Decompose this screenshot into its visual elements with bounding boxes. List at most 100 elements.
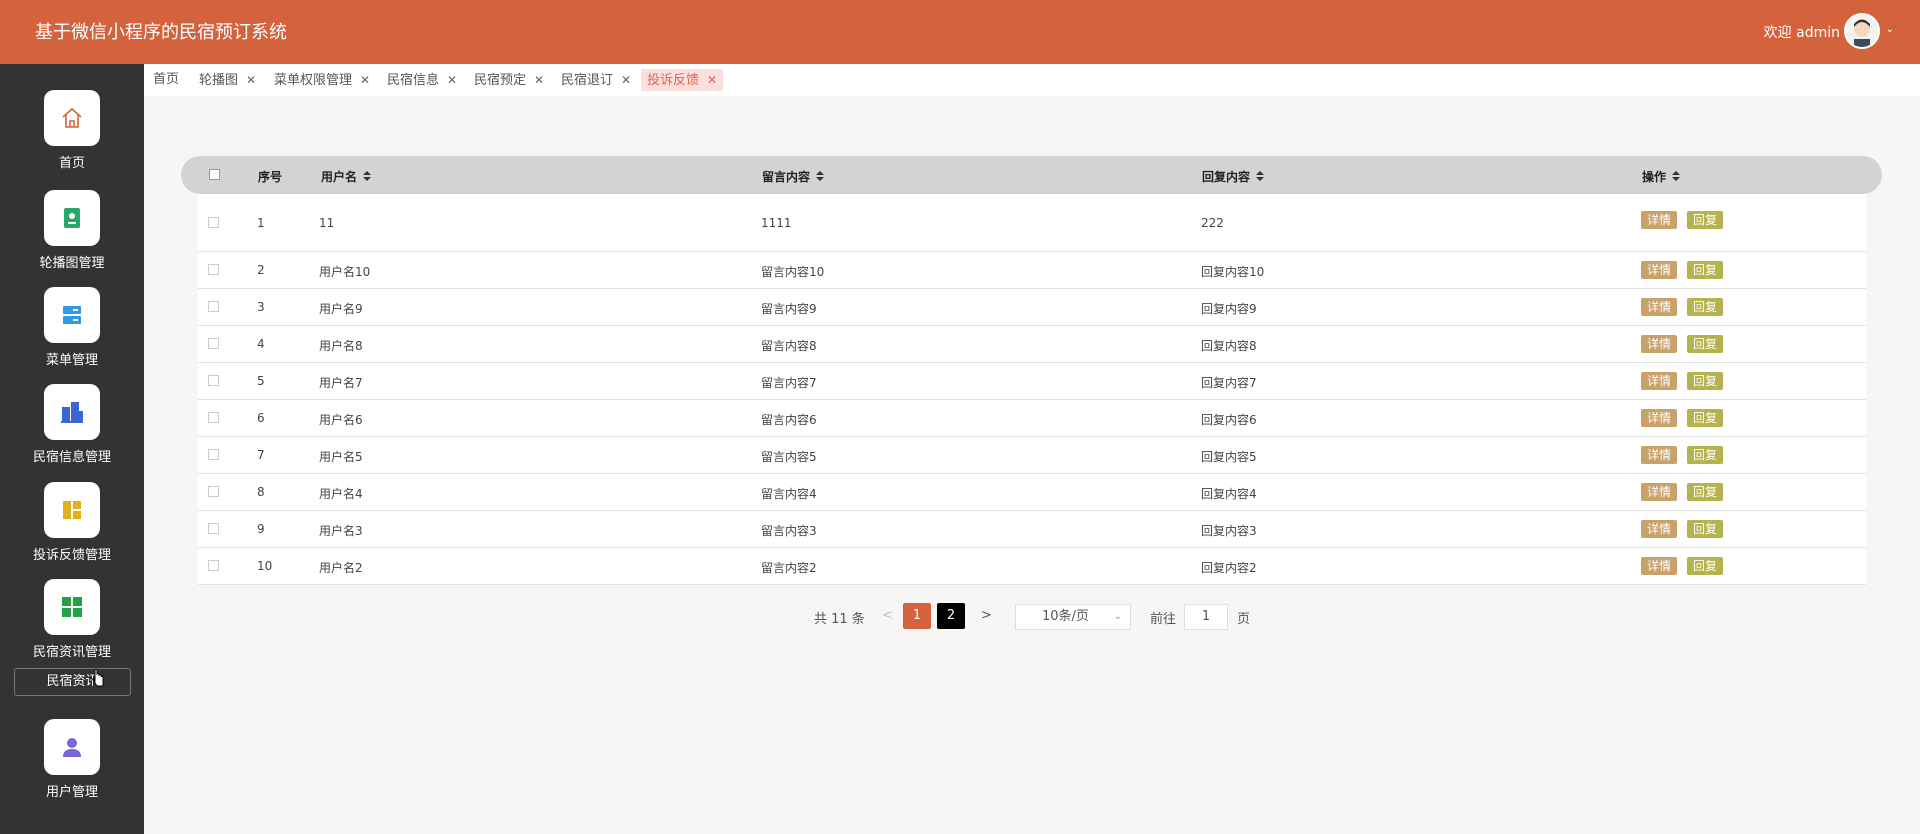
reply-button[interactable]: 回复: [1687, 520, 1724, 538]
row-checkbox[interactable]: [208, 523, 219, 534]
sidebar-item-news[interactable]: 民宿资讯管理: [0, 579, 144, 660]
select-all-checkbox[interactable]: [209, 169, 220, 180]
detail-button[interactable]: 详情: [1641, 372, 1678, 390]
user-icon: [44, 719, 100, 775]
cell-reply: 222: [1201, 216, 1224, 230]
table-row: 10 用户名2 留言内容2 回复内容2 详情 回复: [198, 548, 1866, 585]
sidebar-item-homestay-info[interactable]: 民宿信息管理: [0, 384, 144, 465]
detail-button[interactable]: 详情: [1641, 446, 1678, 464]
column-header-label: 用户名: [321, 170, 358, 184]
table-row: 1 11 1111 222 详情 回复: [198, 194, 1866, 252]
tab-menu-permission[interactable]: 菜单权限管理 ✕: [268, 69, 376, 91]
row-checkbox[interactable]: [208, 560, 219, 571]
close-icon[interactable]: ✕: [707, 73, 717, 87]
detail-button[interactable]: 详情: [1641, 409, 1678, 427]
cell-username: 用户名9: [319, 302, 363, 316]
column-header-actions[interactable]: 操作: [1642, 168, 1681, 185]
grid-icon: [44, 579, 100, 635]
sort-icon[interactable]: [816, 171, 825, 182]
row-checkbox[interactable]: [208, 217, 219, 228]
pagination-page-1[interactable]: 1: [903, 603, 931, 629]
cell-index: 5: [257, 374, 265, 388]
cell-username: 用户名2: [319, 561, 363, 575]
cell-index: 3: [257, 300, 265, 314]
cell-index: 1: [257, 216, 265, 230]
detail-button[interactable]: 详情: [1641, 261, 1678, 279]
cell-index: 7: [257, 448, 265, 462]
close-icon[interactable]: ✕: [447, 73, 457, 87]
cell-username: 用户名8: [319, 339, 363, 353]
pagination-total: 共 11 条: [814, 612, 865, 627]
detail-button[interactable]: 详情: [1641, 335, 1678, 353]
pagination-next-button[interactable]: >: [981, 608, 992, 623]
row-checkbox[interactable]: [208, 412, 219, 423]
sort-icon[interactable]: [363, 171, 372, 182]
column-header-content[interactable]: 留言内容: [762, 168, 825, 185]
row-checkbox[interactable]: [208, 301, 219, 312]
sidebar-item-home[interactable]: 首页: [0, 90, 144, 171]
pagination-goto-label: 前往: [1150, 612, 1177, 627]
row-checkbox[interactable]: [208, 449, 219, 460]
sidebar-item-feedback[interactable]: 投诉反馈管理: [0, 482, 144, 563]
cell-content: 留言内容6: [761, 413, 817, 427]
close-icon[interactable]: ✕: [246, 73, 256, 87]
tab-bar: 首页 轮播图 ✕ 菜单权限管理 ✕ 民宿信息 ✕ 民宿预定 ✕ 民宿退订 ✕ 投诉反馈 ✕: [144, 64, 1920, 96]
close-icon[interactable]: ✕: [621, 73, 631, 87]
row-checkbox[interactable]: [208, 264, 219, 275]
detail-button[interactable]: 详情: [1641, 520, 1678, 538]
reply-button[interactable]: 回复: [1687, 261, 1724, 279]
pagination-page-2[interactable]: 2: [937, 603, 965, 629]
reply-button[interactable]: 回复: [1687, 409, 1724, 427]
reply-button[interactable]: 回复: [1687, 211, 1724, 229]
cell-index: 2: [257, 263, 265, 277]
row-checkbox[interactable]: [208, 338, 219, 349]
sidebar-subitem-news[interactable]: 民宿资讯: [14, 668, 131, 696]
cell-reply: 回复内容9: [1201, 302, 1257, 316]
reply-button[interactable]: 回复: [1687, 298, 1724, 316]
close-icon[interactable]: ✕: [534, 73, 544, 87]
tab-homestay-info[interactable]: 民宿信息 ✕: [381, 69, 463, 91]
detail-button[interactable]: 详情: [1641, 298, 1678, 316]
cell-reply: 回复内容3: [1201, 524, 1257, 538]
sidebar-item-label: 民宿信息管理: [32, 450, 111, 465]
menu-icon: [44, 287, 100, 343]
detail-button[interactable]: 详情: [1641, 211, 1678, 229]
cell-index: 6: [257, 411, 265, 425]
column-header-reply[interactable]: 回复内容: [1202, 168, 1265, 185]
row-checkbox[interactable]: [208, 375, 219, 386]
row-checkbox[interactable]: [208, 486, 219, 497]
tab-home[interactable]: 首页: [147, 69, 185, 91]
reply-button[interactable]: 回复: [1687, 335, 1724, 353]
detail-button[interactable]: 详情: [1641, 483, 1678, 501]
sidebar-item-carousel[interactable]: 轮播图管理: [0, 190, 144, 271]
tab-carousel[interactable]: 轮播图 ✕: [193, 69, 262, 91]
cell-username: 用户名4: [319, 487, 363, 501]
reply-button[interactable]: 回复: [1687, 446, 1724, 464]
page-size-select[interactable]: 10条/页 ⌄: [1015, 604, 1131, 630]
pagination-prev-button[interactable]: <: [882, 608, 893, 623]
sidebar-item-menu[interactable]: 菜单管理: [0, 287, 144, 368]
sort-icon[interactable]: [1672, 171, 1681, 182]
sidebar: 首页 轮播图管理 菜单管理 民宿信息管理 投诉反馈管理 民宿资讯管理 民宿资讯: [0, 64, 144, 834]
reply-button[interactable]: 回复: [1687, 372, 1724, 390]
sidebar-item-users[interactable]: 用户管理: [0, 719, 144, 800]
pagination-goto-input[interactable]: 1: [1184, 604, 1228, 630]
column-header-username[interactable]: 用户名: [321, 168, 372, 185]
avatar[interactable]: [1844, 13, 1880, 49]
detail-button[interactable]: 详情: [1641, 557, 1678, 575]
tab-homestay-booking[interactable]: 民宿预定 ✕: [468, 69, 550, 91]
close-icon[interactable]: ✕: [360, 73, 370, 87]
tab-feedback[interactable]: 投诉反馈 ✕: [641, 69, 724, 91]
cell-content: 留言内容2: [761, 561, 817, 575]
tab-homestay-cancel[interactable]: 民宿退订 ✕: [555, 69, 637, 91]
chevron-down-icon[interactable]: ⌄: [1886, 24, 1894, 35]
sidebar-item-label: 民宿资讯管理: [32, 645, 111, 660]
mouse-cursor-icon: [91, 668, 105, 692]
reply-button[interactable]: 回复: [1687, 483, 1724, 501]
reply-button[interactable]: 回复: [1687, 557, 1724, 575]
tab-label: 民宿退订: [561, 73, 614, 88]
cell-username: 用户名7: [319, 376, 363, 390]
sort-icon[interactable]: [1256, 171, 1265, 182]
pagination-page-suffix: 页: [1237, 612, 1251, 627]
sidebar-item-label: 投诉反馈管理: [32, 548, 111, 563]
